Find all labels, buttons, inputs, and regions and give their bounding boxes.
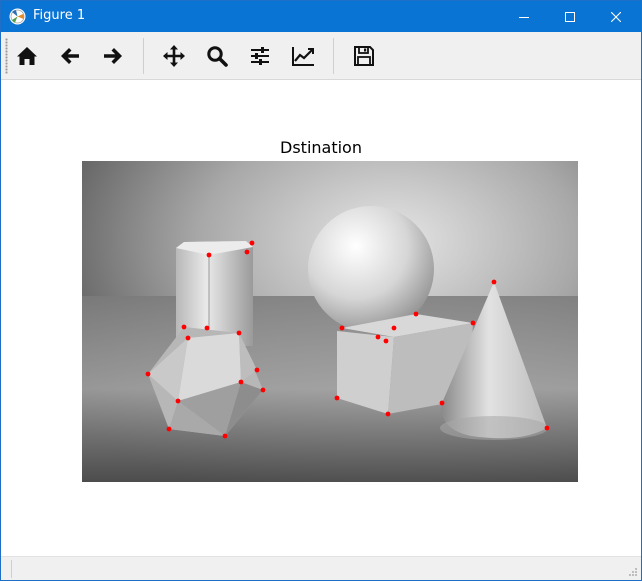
keypoint-marker	[254, 367, 260, 373]
keypoint-marker	[439, 400, 445, 406]
edit-axes-button[interactable]	[286, 39, 320, 73]
keypoint-marker	[166, 426, 172, 432]
keypoint-marker	[413, 311, 419, 317]
navigation-toolbar	[1, 32, 641, 80]
save-button[interactable]	[347, 39, 381, 73]
save-icon	[354, 46, 374, 66]
home-icon	[17, 47, 37, 65]
keypoint-marker	[181, 324, 187, 330]
keypoint-marker	[383, 338, 389, 344]
keypoint-marker	[260, 387, 266, 393]
keypoint-marker	[375, 334, 381, 340]
minimize-icon	[519, 16, 529, 18]
keypoint-marker	[391, 325, 397, 331]
title-bar[interactable]: Figure 1	[1, 1, 641, 32]
toolbar-separator	[333, 38, 334, 74]
status-separator	[11, 560, 12, 578]
keypoint-marker	[385, 411, 391, 417]
arrow-right-icon	[104, 48, 122, 64]
keypoint-marker	[244, 249, 250, 255]
close-icon	[611, 11, 621, 22]
plot-title: Dstination	[280, 138, 362, 157]
maximize-button[interactable]	[547, 1, 593, 32]
move-icon	[163, 45, 185, 67]
keypoint-marker	[145, 371, 151, 377]
keypoint-marker	[206, 252, 212, 258]
zoom-button[interactable]	[200, 39, 234, 73]
arrow-left-icon	[61, 48, 79, 64]
keypoint-marker	[339, 325, 345, 331]
pan-button[interactable]	[157, 39, 191, 73]
keypoint-marker	[470, 320, 476, 326]
matplotlib-icon	[9, 8, 26, 25]
configure-subplots-button[interactable]	[243, 39, 277, 73]
status-bar	[1, 556, 641, 580]
keypoint-marker	[204, 325, 210, 331]
minimize-button[interactable]	[501, 1, 547, 32]
back-button[interactable]	[53, 39, 87, 73]
keypoint-marker	[175, 398, 181, 404]
forward-button[interactable]	[96, 39, 130, 73]
home-button[interactable]	[10, 39, 44, 73]
keypoint-marker	[544, 425, 550, 431]
toolbar-grip[interactable]	[5, 38, 8, 74]
close-button[interactable]	[593, 1, 639, 32]
keypoint-marker	[185, 335, 191, 341]
keypoint-marker	[236, 330, 242, 336]
line-chart-icon	[292, 47, 314, 66]
resize-grip-icon[interactable]	[628, 567, 638, 577]
sliders-icon	[251, 47, 269, 65]
keypoint-marker	[238, 379, 244, 385]
scene-image	[82, 161, 578, 482]
image-axes[interactable]	[82, 161, 578, 482]
figure-window: Figure 1 Dstination	[0, 0, 642, 581]
toolbar-separator	[143, 38, 144, 74]
window-title: Figure 1	[33, 8, 86, 23]
keypoint-marker	[249, 240, 255, 246]
figure-canvas[interactable]: Dstination	[1, 81, 641, 556]
maximize-icon	[565, 11, 575, 22]
zoom-icon	[207, 46, 228, 67]
keypoint-marker	[334, 395, 340, 401]
keypoint-marker	[491, 279, 497, 285]
keypoint-marker	[222, 433, 228, 439]
